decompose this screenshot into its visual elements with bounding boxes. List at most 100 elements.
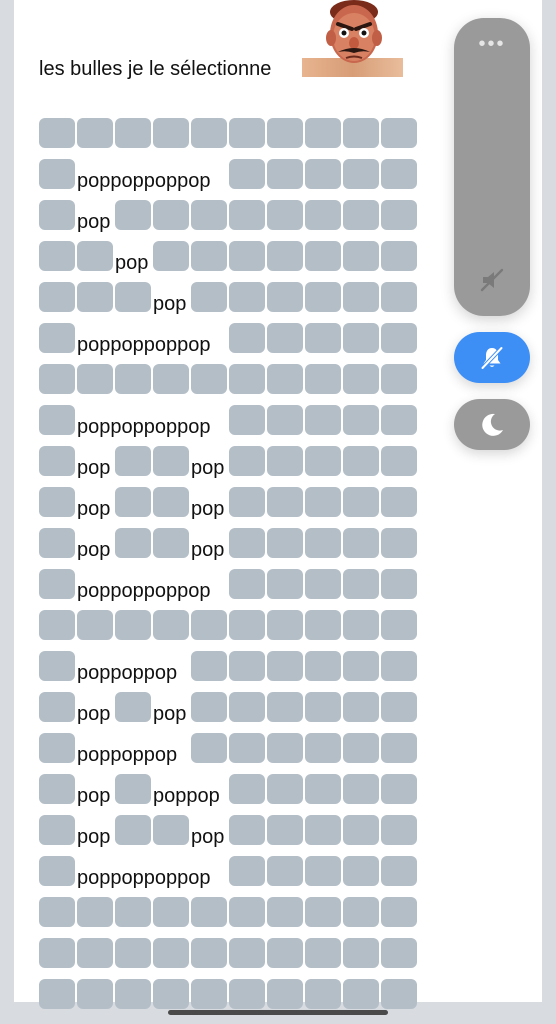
bubble-tile[interactable] xyxy=(77,282,113,312)
bubble-tile[interactable] xyxy=(267,487,303,517)
bubble-tile[interactable] xyxy=(343,651,379,681)
bubble-tile[interactable] xyxy=(39,692,75,722)
bubble-tile[interactable] xyxy=(343,364,379,394)
bubble-tile[interactable] xyxy=(381,774,417,804)
bubble-tile[interactable] xyxy=(39,118,75,148)
bubble-tile[interactable] xyxy=(153,815,189,845)
bubble-tile[interactable] xyxy=(381,938,417,968)
bubble-tile[interactable] xyxy=(229,651,265,681)
bubble-tile[interactable] xyxy=(229,405,265,435)
bubble-tile[interactable] xyxy=(229,692,265,722)
bubble-tile[interactable] xyxy=(39,200,75,230)
bubble-tile[interactable] xyxy=(115,446,151,476)
bubble-tile[interactable] xyxy=(191,733,227,763)
bubble-tile[interactable] xyxy=(305,405,341,435)
bubble-tile[interactable] xyxy=(381,733,417,763)
bubble-tile[interactable] xyxy=(115,897,151,927)
bubble-tile[interactable] xyxy=(267,815,303,845)
bubble-tile[interactable] xyxy=(229,815,265,845)
bubble-tile[interactable] xyxy=(267,651,303,681)
bubble-tile[interactable] xyxy=(381,815,417,845)
bubble-tile[interactable] xyxy=(305,241,341,271)
bubble-tile[interactable] xyxy=(305,118,341,148)
bubble-tile[interactable] xyxy=(39,569,75,599)
bubble-tile[interactable] xyxy=(267,446,303,476)
focus-mode-button[interactable] xyxy=(454,399,530,450)
bubble-tile[interactable] xyxy=(381,282,417,312)
bubble-tile[interactable] xyxy=(381,446,417,476)
bubble-tile[interactable] xyxy=(343,856,379,886)
bubble-tile[interactable] xyxy=(267,159,303,189)
bubble-tile[interactable] xyxy=(115,282,151,312)
bubble-tile[interactable] xyxy=(343,241,379,271)
bubble-tile[interactable] xyxy=(343,610,379,640)
bubble-tile[interactable] xyxy=(267,200,303,230)
bubble-tile[interactable] xyxy=(381,200,417,230)
bubble-tile[interactable] xyxy=(191,364,227,394)
bubble-tile[interactable] xyxy=(115,528,151,558)
bubble-tile[interactable] xyxy=(229,200,265,230)
bubble-tile[interactable] xyxy=(39,733,75,763)
bubble-tile[interactable] xyxy=(267,282,303,312)
bubble-tile[interactable] xyxy=(267,569,303,599)
bubble-tile[interactable] xyxy=(343,815,379,845)
bubble-tile[interactable] xyxy=(229,938,265,968)
home-indicator[interactable] xyxy=(168,1010,388,1015)
bubble-tile[interactable] xyxy=(115,487,151,517)
bubble-tile[interactable] xyxy=(153,446,189,476)
bubble-tile[interactable] xyxy=(229,241,265,271)
bubble-tile[interactable] xyxy=(343,528,379,558)
bubble-tile[interactable] xyxy=(153,610,189,640)
bubble-tile[interactable] xyxy=(305,569,341,599)
bubble-tile[interactable] xyxy=(191,118,227,148)
bubble-tile[interactable] xyxy=(39,528,75,558)
bubble-tile[interactable] xyxy=(343,159,379,189)
bubble-tile[interactable] xyxy=(115,200,151,230)
bubble-tile[interactable] xyxy=(39,610,75,640)
silence-notifications-button[interactable] xyxy=(454,332,530,383)
bubble-tile[interactable] xyxy=(39,405,75,435)
bubble-tile[interactable] xyxy=(267,364,303,394)
bubble-tile[interactable] xyxy=(115,610,151,640)
bubble-tile[interactable] xyxy=(381,569,417,599)
bubble-tile[interactable] xyxy=(267,897,303,927)
bubble-tile[interactable] xyxy=(267,405,303,435)
bubble-tile[interactable] xyxy=(343,118,379,148)
bubble-tile[interactable] xyxy=(305,364,341,394)
bubble-tile[interactable] xyxy=(191,241,227,271)
bubble-tile[interactable] xyxy=(343,733,379,763)
bubble-tile[interactable] xyxy=(267,692,303,722)
bubble-tile[interactable] xyxy=(39,651,75,681)
bubble-tile[interactable] xyxy=(191,692,227,722)
bubble-tile[interactable] xyxy=(39,241,75,271)
bubble-tile[interactable] xyxy=(305,815,341,845)
bubble-tile[interactable] xyxy=(153,364,189,394)
bubble-tile[interactable] xyxy=(229,323,265,353)
bubble-tile[interactable] xyxy=(305,938,341,968)
bubble-tile[interactable] xyxy=(39,159,75,189)
bubble-tile[interactable] xyxy=(381,364,417,394)
bubble-tile[interactable] xyxy=(77,241,113,271)
bubble-tile[interactable] xyxy=(343,405,379,435)
bubble-tile[interactable] xyxy=(77,938,113,968)
bubble-tile[interactable] xyxy=(229,528,265,558)
bubble-tile[interactable] xyxy=(381,610,417,640)
bubble-tile[interactable] xyxy=(343,200,379,230)
bubble-tile[interactable] xyxy=(229,610,265,640)
bubble-tile[interactable] xyxy=(115,692,151,722)
bubble-tile[interactable] xyxy=(305,733,341,763)
bubble-tile[interactable] xyxy=(115,815,151,845)
bubble-tile[interactable] xyxy=(153,938,189,968)
bubble-tile[interactable] xyxy=(305,774,341,804)
bubble-tile[interactable] xyxy=(343,487,379,517)
bubble-tile[interactable] xyxy=(343,282,379,312)
bubble-tile[interactable] xyxy=(381,405,417,435)
bubble-tile[interactable] xyxy=(153,118,189,148)
bubble-tile[interactable] xyxy=(381,323,417,353)
bubble-tile[interactable] xyxy=(153,979,189,1009)
bubble-tile[interactable] xyxy=(229,897,265,927)
bubble-tile[interactable] xyxy=(267,856,303,886)
bubble-tile[interactable] xyxy=(305,446,341,476)
speaker-muted-icon[interactable] xyxy=(478,266,506,299)
bubble-tile[interactable] xyxy=(39,979,75,1009)
